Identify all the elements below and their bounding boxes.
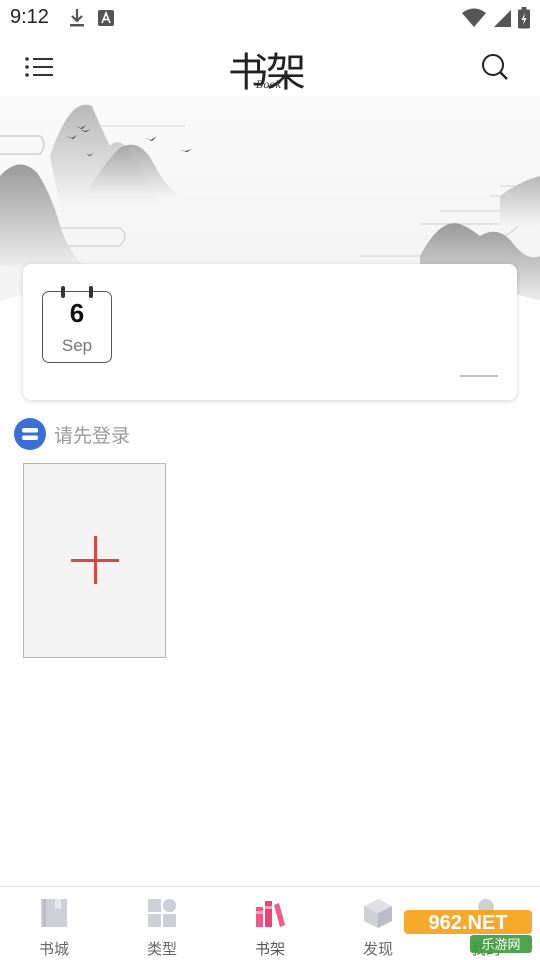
grid-icon (148, 899, 176, 927)
status-system-icons (462, 7, 530, 29)
text-a-icon (98, 10, 114, 26)
login-text: 请先登录 (54, 424, 131, 447)
battery-icon (518, 7, 530, 29)
nav-label-category: 类型 (146, 940, 177, 958)
book-icon (41, 899, 67, 927)
app-logo: 书架 Book (228, 40, 312, 96)
nav-item-bookshelf[interactable]: 书架 (216, 887, 324, 960)
calendar-ring-left (61, 286, 65, 298)
watermark-logo: 962.NET 乐游网 (400, 908, 536, 954)
nav-label-bookstore: 书城 (38, 940, 69, 958)
wifi-icon (462, 8, 486, 27)
bookshelf-icon (256, 901, 285, 927)
watermark-site: 乐游网 (481, 938, 520, 953)
menu-button[interactable] (22, 52, 56, 82)
menu-icon (25, 57, 53, 77)
signal-icon (494, 10, 511, 27)
calendar-month: Sep (61, 336, 93, 355)
search-button[interactable] (480, 52, 510, 82)
login-icon (14, 418, 46, 450)
login-prompt[interactable]: 请先登录 (14, 418, 130, 450)
download-icon (70, 9, 84, 27)
add-book-button[interactable] (23, 463, 166, 658)
status-bar: 9:12 (0, 0, 540, 36)
nav-item-bookstore[interactable]: 书城 (0, 887, 108, 960)
status-notifications (68, 8, 114, 28)
app-header: 书架 Book (0, 36, 540, 96)
plus-icon-vertical (94, 536, 97, 584)
watermark-brand: 962.NET (429, 912, 508, 934)
card-divider (460, 375, 498, 377)
calendar-ring-right (89, 286, 93, 298)
nav-label-bookshelf: 书架 (254, 940, 285, 958)
logo-subtitle: Book (256, 80, 282, 91)
status-time: 9:12 (10, 6, 49, 28)
nav-item-category[interactable]: 类型 (108, 887, 216, 960)
cube-icon (364, 899, 392, 928)
search-icon (482, 54, 508, 80)
date-card[interactable]: 6 Sep (23, 264, 517, 400)
calendar-icon: 6 Sep (42, 286, 112, 363)
calendar-day: 6 (69, 298, 85, 328)
